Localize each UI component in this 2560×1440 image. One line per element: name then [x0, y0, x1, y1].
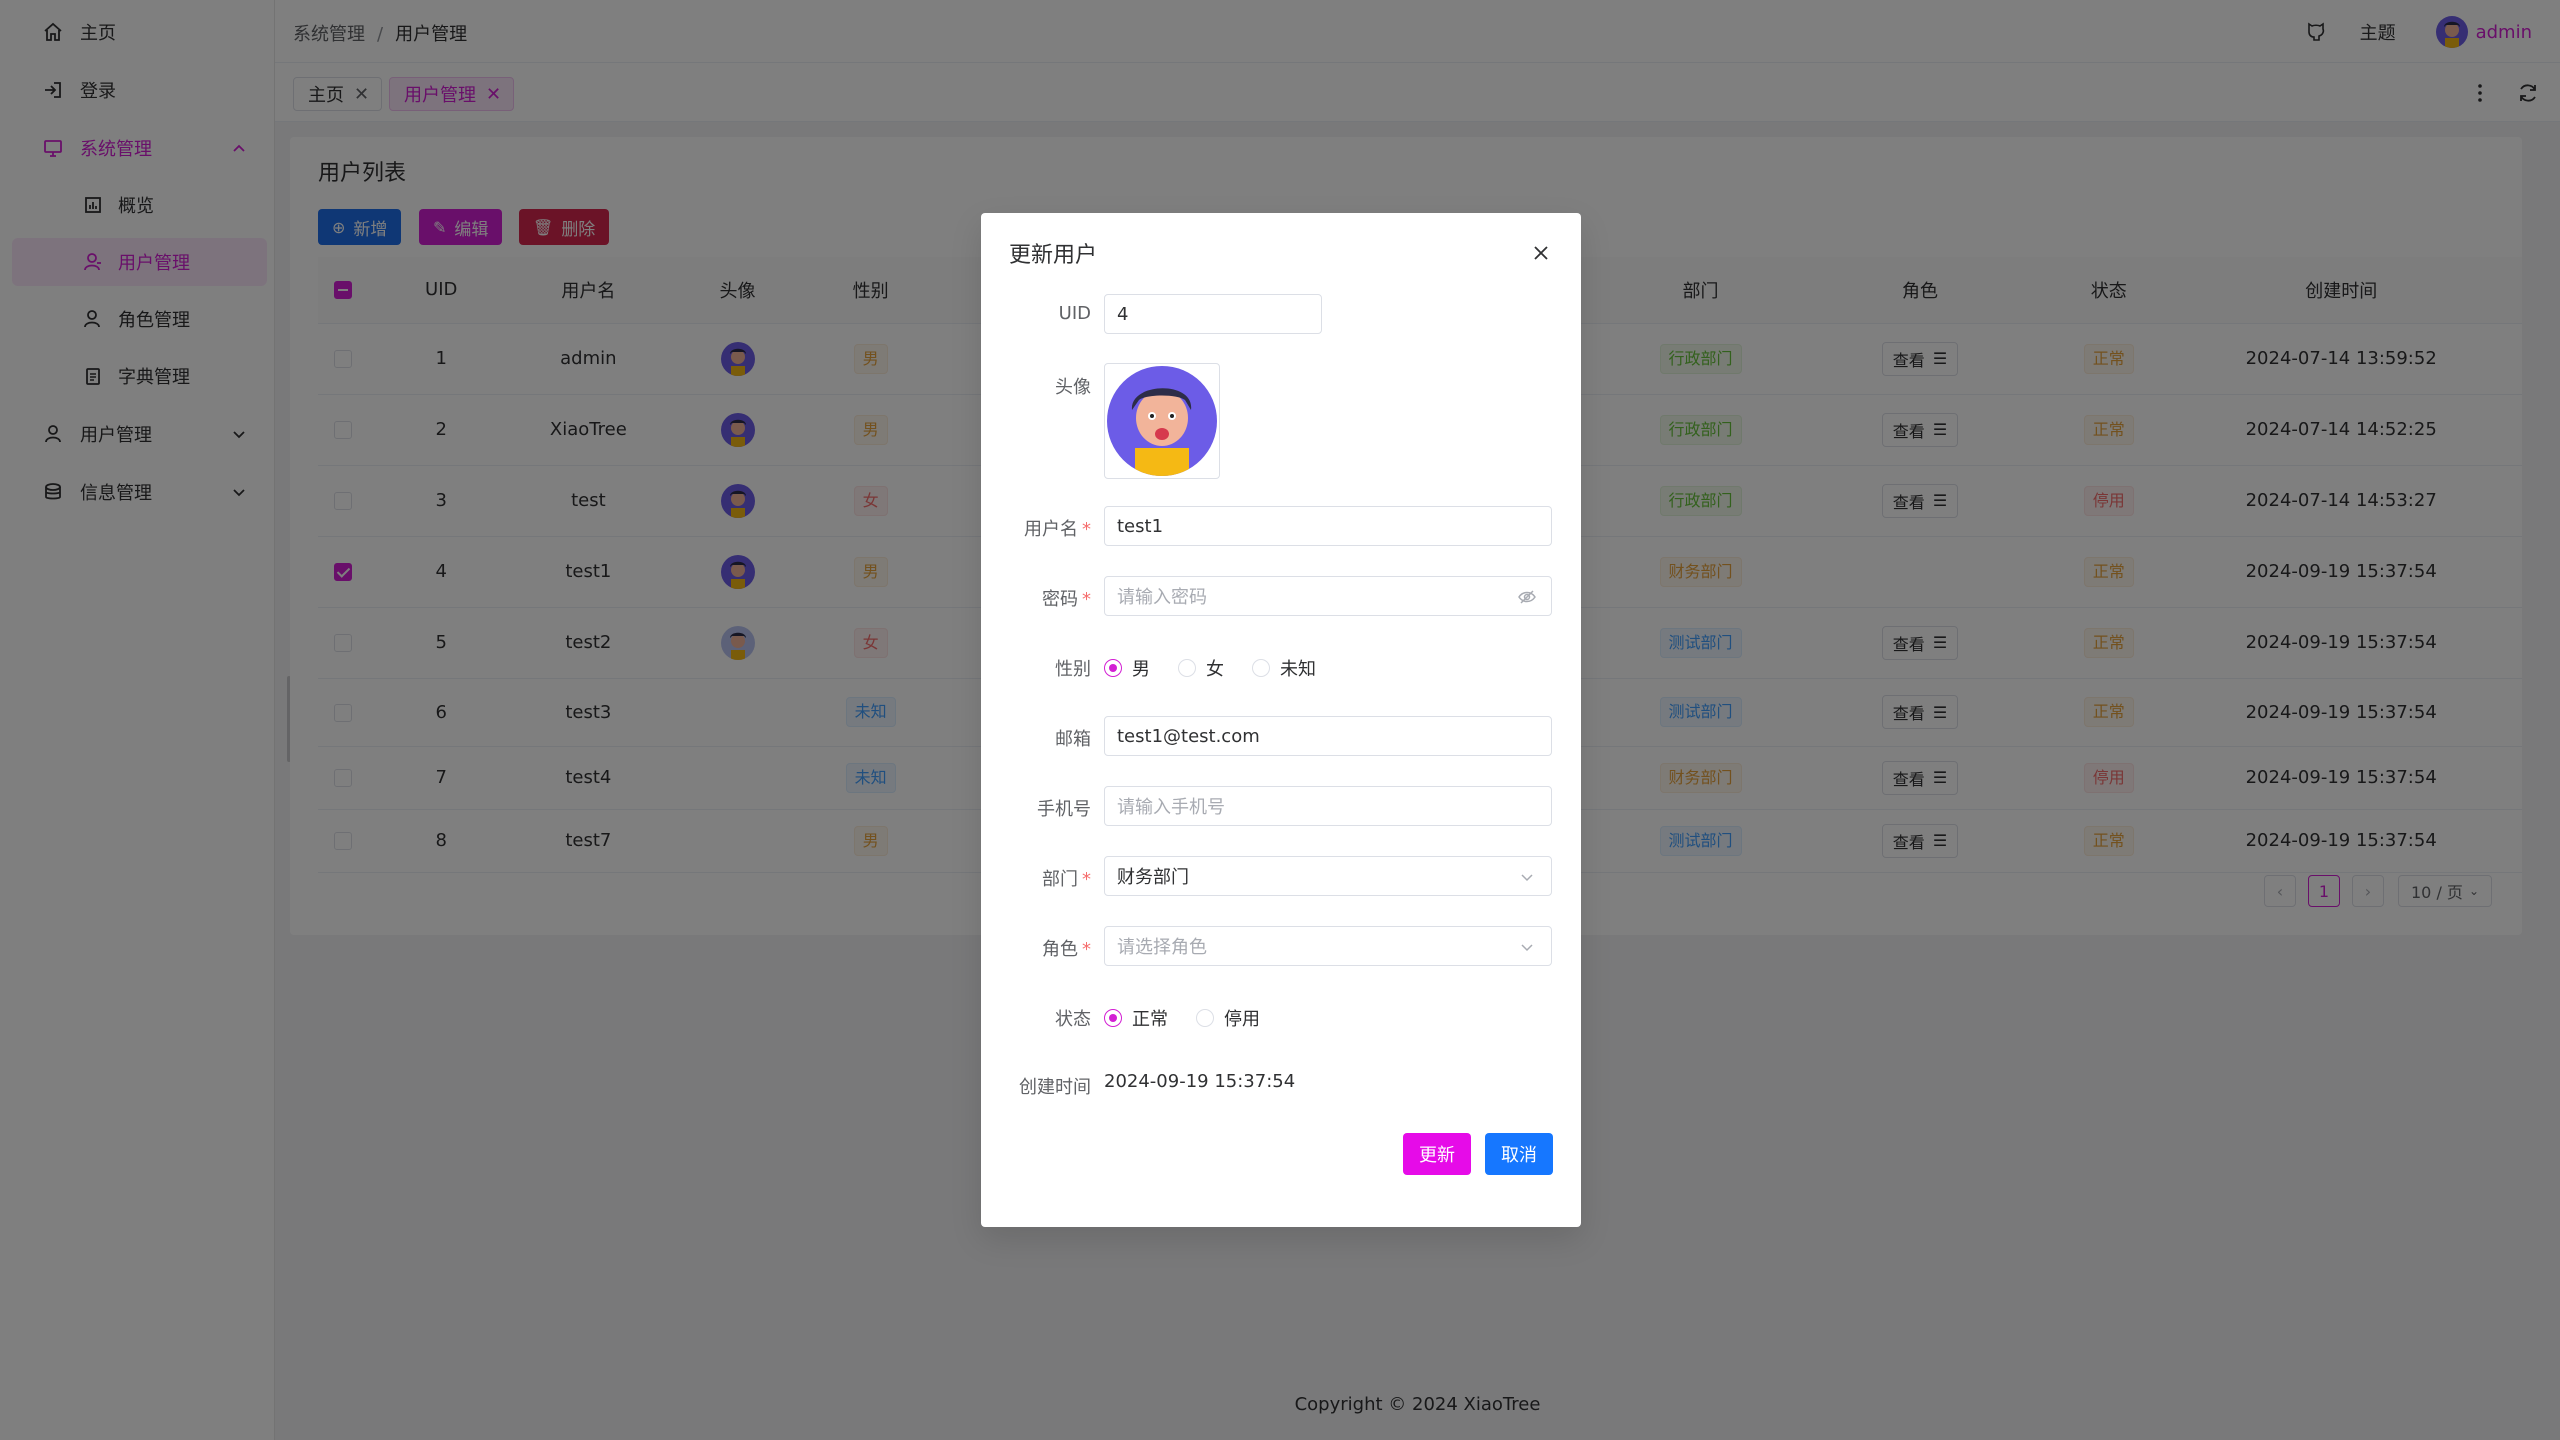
created-value: 2024-09-19 15:37:54: [1104, 1071, 1296, 1092]
phone-label: 手机号: [1037, 799, 1091, 820]
gender-radio-unknown[interactable]: 未知: [1252, 655, 1316, 681]
username-label: 用户名 *: [1024, 519, 1091, 540]
uid-field[interactable]: 4: [1104, 294, 1322, 334]
avatar-label: 头像: [1055, 377, 1091, 398]
phone-input[interactable]: 请输入手机号: [1104, 786, 1552, 826]
username-input[interactable]: test1: [1104, 506, 1552, 546]
gender-radio-group: 男 女 未知: [1104, 655, 1344, 681]
cancel-button[interactable]: 取消: [1485, 1133, 1553, 1175]
email-label: 邮箱: [1055, 729, 1091, 750]
avatar-upload[interactable]: [1104, 363, 1220, 479]
gender-radio-female[interactable]: 女: [1178, 655, 1224, 681]
avatar: [1107, 366, 1217, 476]
role-select[interactable]: 请选择角色: [1104, 926, 1552, 966]
close-icon[interactable]: [1531, 243, 1551, 263]
role-label: 角色 *: [1042, 939, 1091, 960]
dept-select[interactable]: 财务部门: [1104, 856, 1552, 896]
eye-off-icon[interactable]: [1517, 587, 1537, 607]
status-radio-disabled[interactable]: 停用: [1196, 1005, 1260, 1031]
dialog-title: 更新用户: [1009, 243, 1098, 268]
update-button[interactable]: 更新: [1403, 1133, 1471, 1175]
created-label: 创建时间: [1019, 1077, 1091, 1098]
status-radio-group: 正常 停用: [1104, 1005, 1288, 1031]
password-label: 密码 *: [1042, 589, 1091, 610]
status-label: 状态: [1055, 1009, 1091, 1030]
status-radio-active[interactable]: 正常: [1104, 1005, 1168, 1031]
gender-radio-male[interactable]: 男: [1104, 655, 1150, 681]
password-input[interactable]: 请输入密码: [1104, 576, 1552, 616]
update-user-dialog: 更新用户 UID 4 头像 用户名 * test1 密码 * 请输入密码 性别 男 …: [981, 213, 1581, 1227]
chevron-down-icon: [1521, 874, 1533, 882]
dept-label: 部门 *: [1042, 869, 1091, 890]
gender-label: 性别: [1055, 659, 1091, 680]
chevron-down-icon: [1521, 944, 1533, 952]
email-field[interactable]: test1@test.com: [1104, 716, 1552, 756]
uid-label: UID: [1058, 303, 1091, 324]
